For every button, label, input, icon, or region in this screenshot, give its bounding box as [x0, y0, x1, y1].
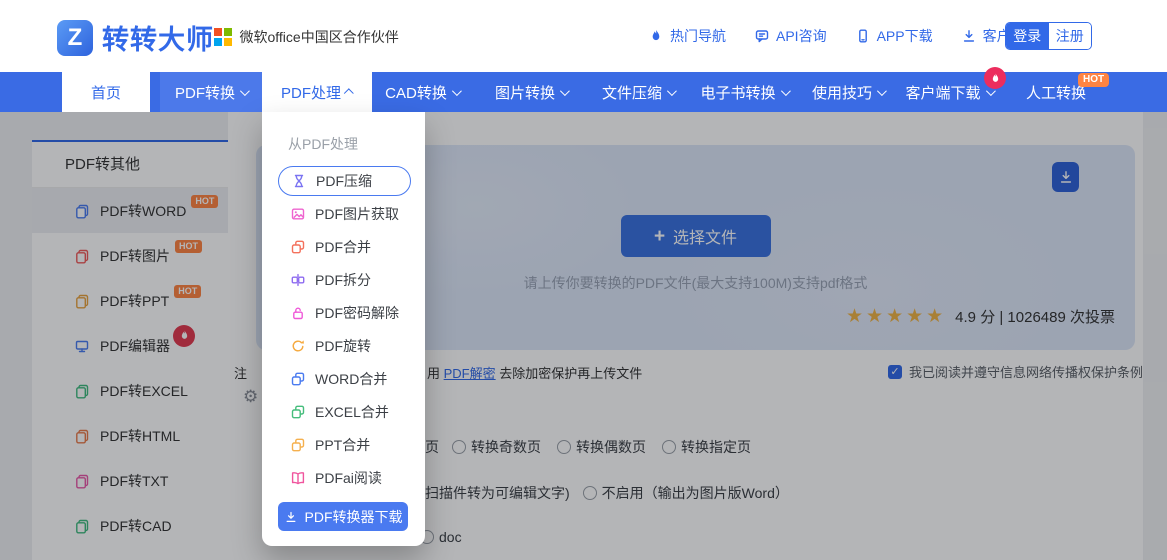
app-window: Z 转转大师 微软office中国区合作伙伴 热门导航 API咨询 APP下载 …: [0, 0, 1167, 560]
nav-label: 图片转换: [495, 82, 555, 103]
nav-item-file-compress[interactable]: 文件压缩: [588, 72, 688, 112]
brand-name: 转转大师: [102, 18, 214, 57]
nav-item-image-convert[interactable]: 图片转换: [482, 72, 580, 112]
hot-nav-link[interactable]: 热门导航: [648, 26, 726, 46]
chevron-up-icon: [344, 88, 354, 98]
nav-label: 电子书转换: [700, 82, 775, 103]
download-icon: [961, 28, 977, 44]
nav-label: CAD转换: [385, 82, 447, 103]
header-links: 热门导航 API咨询 APP下载 客户端: [648, 0, 1025, 72]
menu-item-excel-merge[interactable]: EXCEL合并: [262, 395, 425, 428]
nav-label: 人工转换: [1026, 82, 1086, 103]
image-icon: [290, 206, 306, 222]
lock-icon: [290, 305, 306, 321]
split-icon: [290, 272, 306, 288]
chevron-down-icon: [452, 86, 462, 96]
menu-item-pdf-password-remove[interactable]: PDF密码解除: [262, 296, 425, 329]
menu-item-label: PDF图片获取: [315, 204, 399, 224]
brand-logo[interactable]: Z 转转大师: [57, 18, 214, 57]
nav-label: PDF处理: [281, 82, 341, 103]
menu-item-pdf-compress[interactable]: PDF压缩: [278, 166, 411, 196]
menu-item-label: WORD合并: [315, 369, 387, 389]
hot-badge: HOT: [1078, 73, 1109, 87]
nav-item-cad-convert[interactable]: CAD转换: [372, 72, 472, 112]
chevron-down-icon: [240, 86, 250, 96]
dropdown-title: 从PDF处理: [288, 134, 425, 154]
menu-item-label: PDFai阅读: [315, 468, 382, 488]
nav-item-pdf-convert[interactable]: PDF转换: [160, 72, 262, 112]
menu-item-pdf-split[interactable]: PDF拆分: [262, 263, 425, 296]
app-download-link[interactable]: APP下载: [855, 26, 933, 46]
pdf-converter-download-button[interactable]: PDF转换器下载: [278, 502, 408, 531]
nav-label: 文件压缩: [602, 82, 662, 103]
menu-item-pdf-image-extract[interactable]: PDF图片获取: [262, 197, 425, 230]
menu-item-label: EXCEL合并: [315, 402, 389, 422]
download-button-label: PDF转换器下载: [305, 507, 403, 527]
menu-item-label: PDF压缩: [316, 171, 372, 191]
chat-icon: [754, 28, 770, 44]
flame-icon: [648, 28, 664, 44]
menu-item-label: PDF旋转: [315, 336, 371, 356]
pdf-process-dropdown: 从PDF处理 PDF压缩 PDF图片获取 PDF合并 PDF拆分 PDF密码解除…: [262, 112, 425, 546]
book-icon: [290, 470, 306, 486]
nav-label: PDF转换: [175, 82, 235, 103]
dim-overlay: [0, 112, 1167, 560]
menu-item-pdf-ai-reader[interactable]: PDFai阅读: [262, 461, 425, 494]
chevron-down-icon: [667, 86, 677, 96]
merge-icon: [290, 437, 306, 453]
nav-label: 客户端下载: [905, 82, 980, 103]
merge-icon: [290, 371, 306, 387]
nav-label: 首页: [91, 82, 121, 103]
nav-item-pdf-process[interactable]: PDF处理: [262, 72, 372, 112]
merge-icon: [290, 239, 306, 255]
menu-item-word-merge[interactable]: WORD合并: [262, 362, 425, 395]
nav-item-home[interactable]: 首页: [62, 72, 150, 112]
merge-icon: [290, 404, 306, 420]
menu-item-pdf-rotate[interactable]: PDF旋转: [262, 329, 425, 362]
nav-item-tips[interactable]: 使用技巧: [800, 72, 896, 112]
link-label: 热门导航: [670, 26, 726, 46]
auth-buttons: 登录 注册: [1005, 22, 1092, 50]
menu-item-label: PDF合并: [315, 237, 371, 257]
login-button[interactable]: 登录: [1006, 23, 1049, 49]
menu-item-label: PDF密码解除: [315, 303, 399, 323]
header: Z 转转大师 微软office中国区合作伙伴 热门导航 API咨询 APP下载 …: [0, 0, 1167, 72]
api-link[interactable]: API咨询: [754, 26, 827, 46]
menu-item-ppt-merge[interactable]: PPT合并: [262, 428, 425, 461]
menu-item-label: PPT合并: [315, 435, 370, 455]
menu-item-pdf-merge[interactable]: PDF合并: [262, 230, 425, 263]
chevron-down-icon: [877, 86, 887, 96]
nav-item-ebook-convert[interactable]: 电子书转换: [688, 72, 800, 112]
chevron-down-icon: [780, 86, 790, 96]
logo-z-icon: Z: [57, 20, 93, 56]
compress-icon: [291, 173, 307, 189]
phone-icon: [855, 28, 871, 44]
link-label: API咨询: [776, 26, 827, 46]
flame-badge-icon: [984, 67, 1006, 89]
partner-text: 微软office中国区合作伙伴: [240, 27, 399, 47]
nav-label: 使用技巧: [812, 82, 872, 103]
link-label: APP下载: [877, 26, 933, 46]
download-icon: [284, 510, 298, 524]
register-button[interactable]: 注册: [1049, 23, 1092, 49]
partner-badge: 微软office中国区合作伙伴: [214, 27, 399, 47]
menu-item-label: PDF拆分: [315, 270, 371, 290]
main-nav: 首页 PDF转换 PDF处理 CAD转换 图片转换 文件压缩 电子书转换 使用技…: [0, 72, 1167, 112]
rotate-icon: [290, 338, 306, 354]
chevron-down-icon: [560, 86, 570, 96]
microsoft-logo-icon: [214, 28, 232, 46]
